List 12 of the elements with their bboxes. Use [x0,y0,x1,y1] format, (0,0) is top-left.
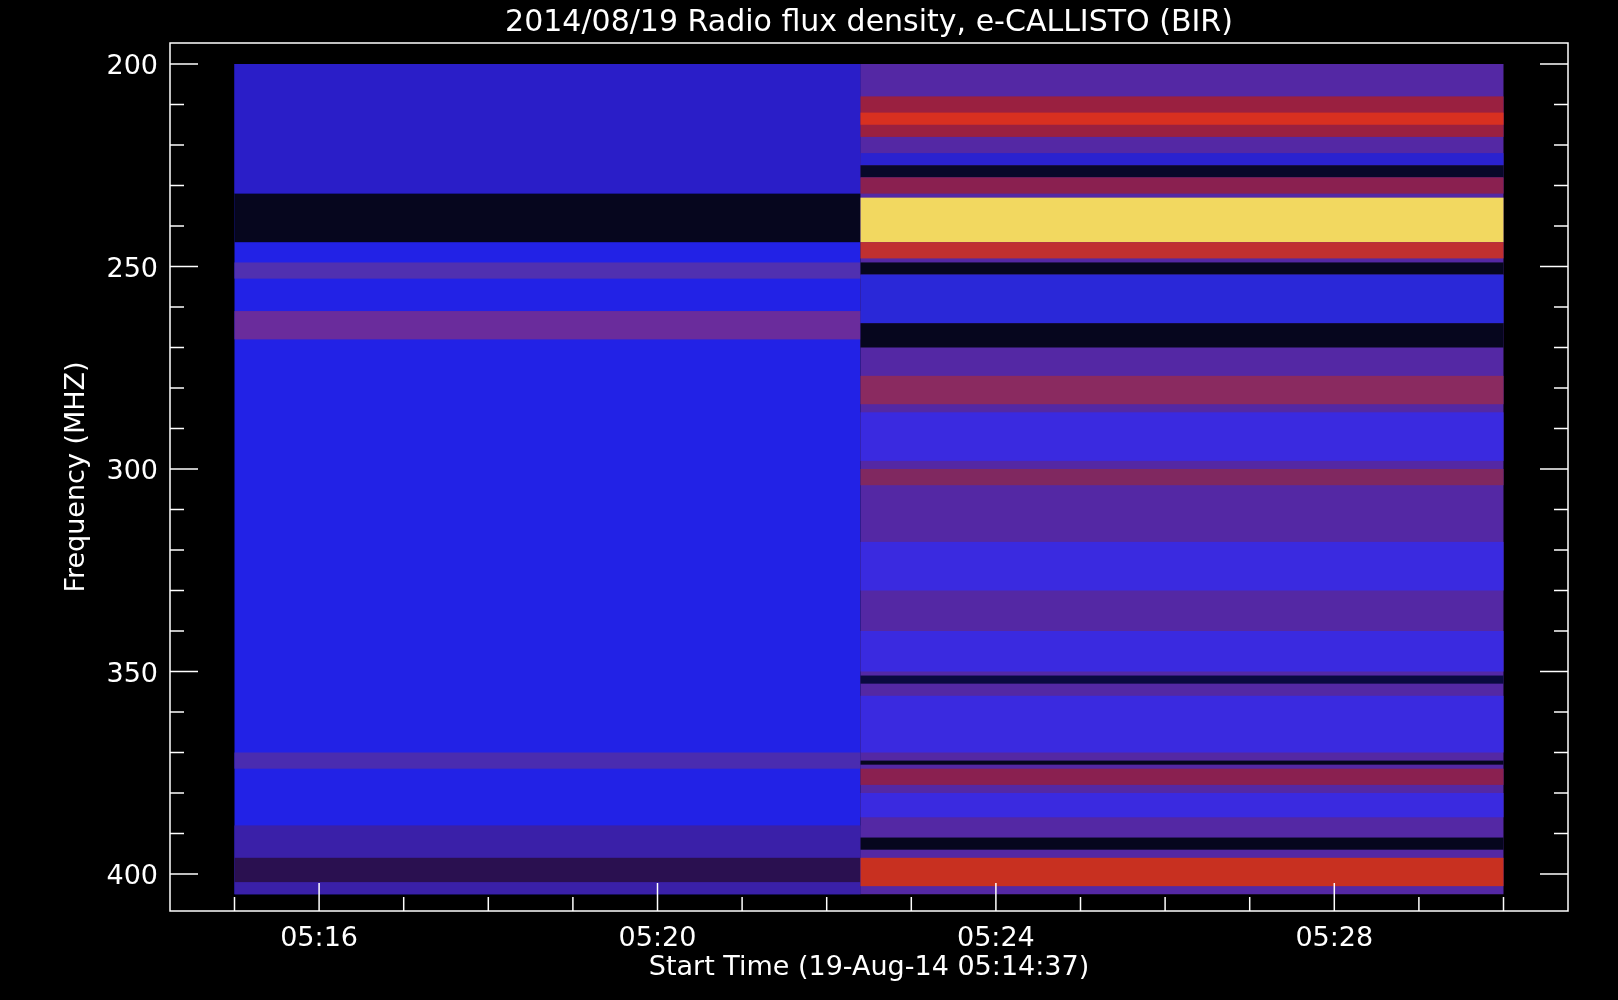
tick-label: 350 [106,656,158,688]
tick-label: 05:28 [1295,921,1374,952]
axis-label: Start Time (19-Aug-14 05:14:37) [648,950,1090,981]
tick-label: 300 [106,454,158,485]
tick-label: 05:16 [280,921,358,952]
axis-label: Frequency (MHZ) [59,361,90,593]
tick-label: 250 [106,251,158,283]
tick-label: 05:24 [957,921,1035,952]
tick-label: 05:20 [618,921,697,952]
chart-title: 2014/08/19 Radio flux density, e-CALLISTO (BIR) [505,3,1233,38]
tick-label: 400 [106,859,158,890]
tick-label: 200 [106,49,158,80]
